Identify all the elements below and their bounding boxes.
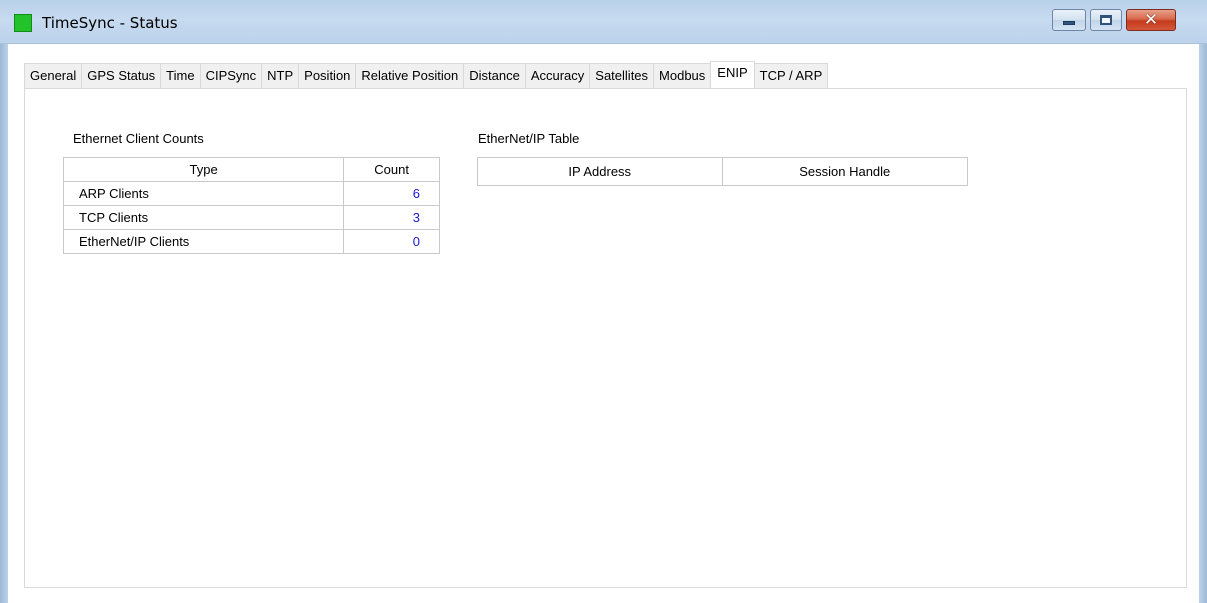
column-header-count[interactable]: Count bbox=[343, 157, 440, 182]
cell-type: TCP Clients bbox=[62, 205, 345, 230]
table-row[interactable]: TCP Clients 3 bbox=[62, 205, 440, 230]
window-frame-right bbox=[1199, 0, 1207, 603]
client-counts-table: Type Count ARP Clients 6 TCP Clients 3 E… bbox=[62, 157, 440, 254]
window-title: TimeSync - Status bbox=[42, 14, 178, 32]
cell-count: 3 bbox=[343, 205, 440, 230]
enip-session-table: IP Address Session Handle bbox=[477, 157, 968, 186]
tab-general[interactable]: General bbox=[24, 63, 83, 88]
tab-position[interactable]: Position bbox=[298, 63, 357, 88]
window-frame-left bbox=[0, 0, 8, 603]
tab-strip: General GPS Status Time CIPSync NTP Posi… bbox=[24, 61, 829, 88]
table-row[interactable]: EtherNet/IP Clients 0 bbox=[62, 229, 440, 254]
tab-relative-position[interactable]: Relative Position bbox=[355, 63, 465, 88]
column-header-session-handle[interactable]: Session Handle bbox=[721, 157, 968, 186]
table-header-row: IP Address Session Handle bbox=[477, 157, 968, 186]
title-bar[interactable]: TimeSync - Status ✕ bbox=[0, 0, 1207, 44]
cell-type: EtherNet/IP Clients bbox=[62, 229, 345, 254]
column-header-ip-address[interactable]: IP Address bbox=[477, 157, 723, 186]
green-square-icon bbox=[14, 14, 32, 32]
column-header-type[interactable]: Type bbox=[62, 157, 345, 182]
cell-type: ARP Clients bbox=[62, 181, 345, 206]
maximize-icon bbox=[1100, 15, 1112, 25]
tab-modbus[interactable]: Modbus bbox=[653, 63, 712, 88]
client-counts-title: Ethernet Client Counts bbox=[73, 131, 204, 146]
tab-accuracy[interactable]: Accuracy bbox=[524, 63, 591, 88]
cell-count: 0 bbox=[343, 229, 440, 254]
minimize-button[interactable] bbox=[1052, 9, 1086, 31]
tab-distance[interactable]: Distance bbox=[463, 63, 526, 88]
timesync-status-window: TimeSync - Status ✕ General GPS Status T… bbox=[0, 0, 1207, 603]
tab-ntp[interactable]: NTP bbox=[261, 63, 300, 88]
cell-count: 6 bbox=[343, 181, 440, 206]
tab-gps-status[interactable]: GPS Status bbox=[81, 63, 162, 88]
close-icon: ✕ bbox=[1143, 9, 1159, 30]
tab-time[interactable]: Time bbox=[160, 63, 201, 88]
tab-cipsync[interactable]: CIPSync bbox=[199, 63, 263, 88]
tab-tcp-arp[interactable]: TCP / ARP bbox=[753, 63, 829, 88]
tab-satellites[interactable]: Satellites bbox=[589, 63, 655, 88]
table-header-row: Type Count bbox=[62, 157, 440, 182]
table-row[interactable]: ARP Clients 6 bbox=[62, 181, 440, 206]
enip-table-title: EtherNet/IP Table bbox=[478, 131, 580, 146]
close-button[interactable]: ✕ bbox=[1126, 9, 1176, 31]
minimize-icon bbox=[1063, 21, 1075, 25]
maximize-button[interactable] bbox=[1090, 9, 1122, 31]
tab-enip[interactable]: ENIP bbox=[710, 61, 755, 88]
